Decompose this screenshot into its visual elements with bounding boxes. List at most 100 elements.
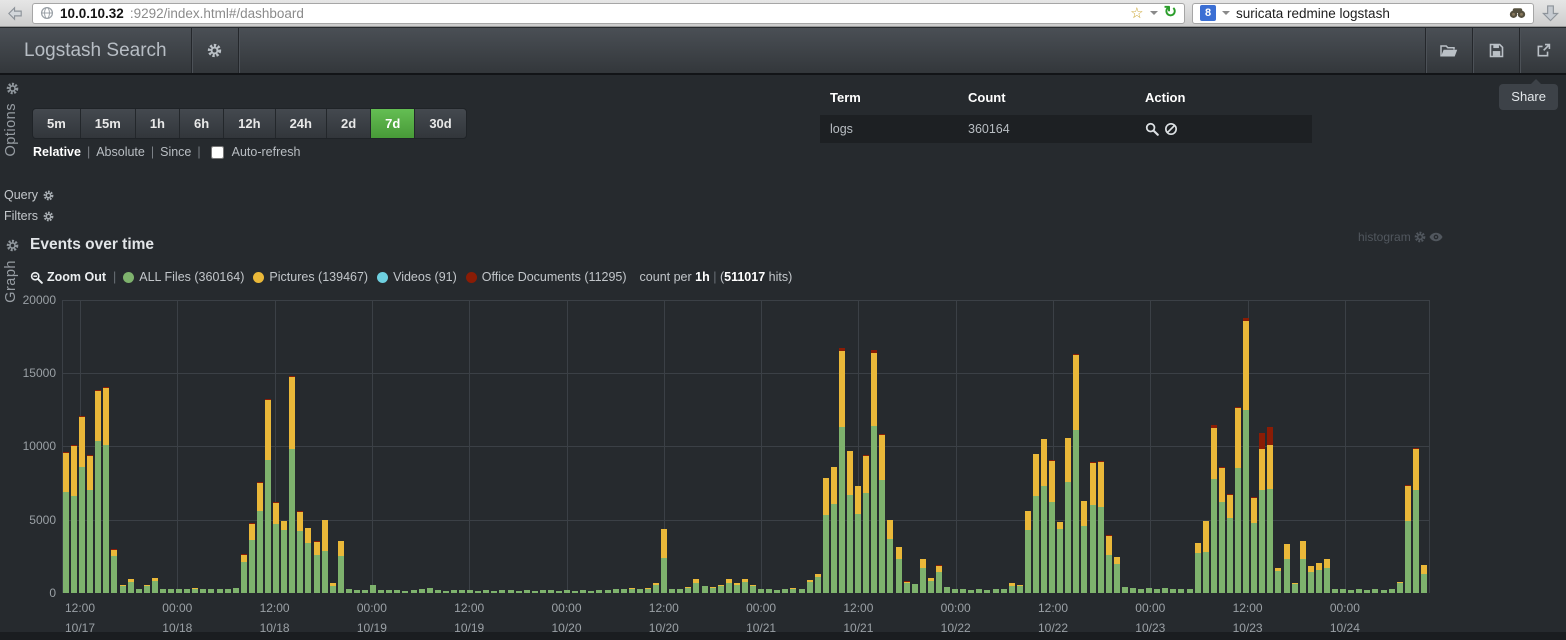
binoculars-icon[interactable] — [1509, 7, 1526, 19]
bar-segment — [63, 452, 69, 453]
bar-segment — [1025, 530, 1031, 593]
bar-segment — [111, 556, 117, 593]
bar-segment — [1098, 462, 1104, 507]
bar-segment — [920, 559, 926, 568]
x-tick-time: 12:00 — [649, 601, 679, 615]
url-bar[interactable]: 10.0.10.32:9292/index.html#/dashboard ☆ … — [32, 3, 1185, 24]
bar-segment — [249, 523, 255, 524]
bar-segment — [297, 531, 303, 593]
app-header: Logstash Search — [0, 28, 1566, 75]
bar-segment — [645, 588, 651, 589]
zoom-out-button[interactable]: Zoom Out — [30, 270, 106, 284]
time-range-button-15m[interactable]: 15m — [81, 109, 136, 138]
x-tick-time: 00:00 — [1135, 601, 1165, 615]
bar-segment — [265, 399, 271, 400]
bar-segment — [629, 588, 635, 589]
bar-segment — [249, 524, 255, 540]
bar-segment — [1324, 568, 1330, 593]
bar-segment — [653, 583, 659, 585]
browser-search-input[interactable]: suricata redmine logstash — [1236, 6, 1503, 21]
bar-segment — [419, 589, 425, 593]
time-range-button-6h[interactable]: 6h — [180, 109, 224, 138]
col-term: Term — [830, 90, 968, 105]
time-range-button-12h[interactable]: 12h — [224, 109, 275, 138]
events-histogram[interactable] — [62, 300, 1430, 593]
legend-item-videos[interactable]: Videos (91) — [377, 270, 457, 284]
bar-segment — [1081, 526, 1087, 593]
query-section[interactable]: Query — [4, 188, 54, 202]
time-mode-absolute[interactable]: Absolute — [96, 145, 145, 159]
bar-segment — [1090, 505, 1096, 593]
gear-icon[interactable] — [43, 211, 54, 222]
bar-segment — [273, 503, 279, 524]
gear-icon[interactable] — [43, 190, 54, 201]
time-range-button-2d[interactable]: 2d — [327, 109, 371, 138]
bar-segment — [1162, 588, 1168, 593]
bar-segment — [297, 511, 303, 512]
bar-segment — [1243, 410, 1249, 593]
bar-segment — [1413, 448, 1419, 449]
bookmark-star-icon[interactable]: ☆ — [1130, 6, 1143, 21]
time-range-button-1h[interactable]: 1h — [136, 109, 180, 138]
bar-segment — [483, 590, 489, 593]
gear-icon[interactable] — [1414, 231, 1426, 243]
downloads-icon[interactable] — [1541, 4, 1560, 23]
bar-segment — [831, 467, 837, 504]
time-range-button-7d[interactable]: 7d — [371, 109, 415, 138]
time-range-button-24h[interactable]: 24h — [276, 109, 327, 138]
bar-segment — [685, 588, 691, 593]
time-mode-since[interactable]: Since — [160, 145, 191, 159]
bar-segment — [103, 388, 109, 445]
time-range-button-30d[interactable]: 30d — [415, 109, 465, 138]
bar-segment — [152, 581, 158, 593]
legend-dot — [123, 272, 134, 283]
filters-section[interactable]: Filters — [4, 209, 54, 223]
bar-segment — [710, 587, 716, 588]
bar-segment — [297, 512, 303, 531]
ban-icon[interactable] — [1164, 122, 1178, 136]
bar-segment — [443, 591, 449, 593]
bar-segment — [1259, 449, 1265, 490]
reload-icon[interactable]: ↻ — [1164, 5, 1177, 21]
bar-segment — [200, 589, 206, 593]
panel-type-label: histogram — [1358, 230, 1411, 244]
search-engine-icon[interactable]: 8 — [1200, 5, 1216, 21]
bookmark-caret-icon[interactable] — [1150, 11, 1158, 15]
time-range-button-group: 5m15m1h6h12h24h2d7d30d — [32, 108, 467, 139]
time-range-button-5m[interactable]: 5m — [33, 109, 81, 138]
bar-segment — [208, 589, 214, 593]
bar-segment — [1259, 433, 1265, 449]
dashboard-settings-button[interactable] — [192, 28, 238, 73]
bar-segment — [750, 586, 756, 593]
bar-segment — [1073, 354, 1079, 355]
bar-segment — [839, 348, 845, 351]
bar-segment — [516, 591, 522, 593]
save-dashboard-button[interactable] — [1473, 28, 1519, 73]
bar-segment — [322, 520, 328, 551]
legend-item-office-documents[interactable]: Office Documents (11295) — [466, 270, 627, 284]
gear-icon[interactable] — [6, 239, 19, 252]
legend-item-pictures[interactable]: Pictures (139467) — [253, 270, 368, 284]
search-engine-caret-icon[interactable] — [1222, 11, 1230, 15]
time-mode-relative[interactable]: Relative — [33, 145, 81, 159]
gridline — [1345, 300, 1346, 593]
legend-item-all-files[interactable]: ALL Files (360164) — [123, 270, 244, 284]
bar-segment — [1146, 588, 1152, 593]
bar-segment — [807, 582, 813, 593]
browser-search-bar[interactable]: 8 suricata redmine logstash — [1192, 3, 1534, 24]
back-icon[interactable] — [6, 4, 25, 23]
bar-segment — [241, 554, 247, 555]
gear-icon[interactable] — [6, 82, 19, 95]
bar-segment — [1065, 482, 1071, 593]
auto-refresh-checkbox[interactable] — [211, 146, 224, 159]
bar-segment — [1178, 589, 1184, 593]
bar-segment — [726, 579, 732, 583]
bottom-strip — [0, 632, 1566, 640]
search-icon[interactable] — [1145, 122, 1159, 136]
share-dashboard-button[interactable] — [1520, 28, 1566, 73]
bar-segment — [1090, 462, 1096, 463]
load-dashboard-button[interactable] — [1426, 28, 1472, 73]
bar-segment — [532, 591, 538, 593]
eye-icon[interactable] — [1429, 230, 1443, 244]
x-tick-time: 00:00 — [357, 601, 387, 615]
